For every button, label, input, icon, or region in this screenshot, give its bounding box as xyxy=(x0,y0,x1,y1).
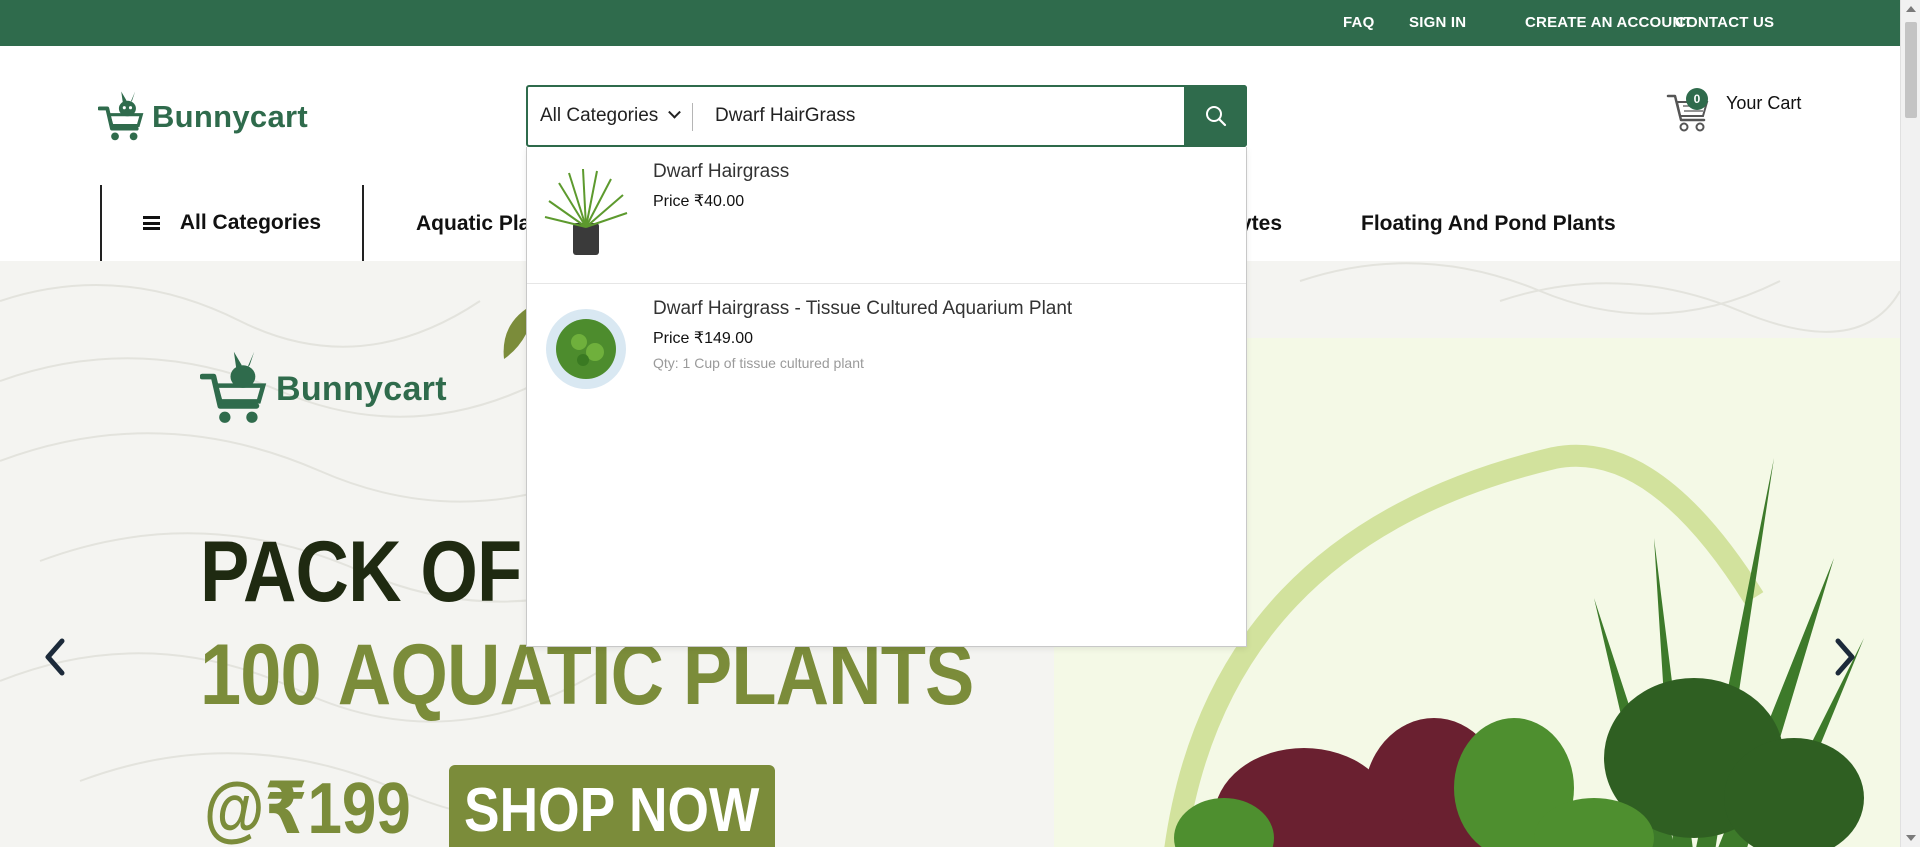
nav-item-aquatic-plants[interactable]: Aquatic Pla xyxy=(416,212,530,236)
divider xyxy=(692,103,693,131)
hero-headline: PACK OF xyxy=(200,524,522,620)
nav-item-floating-pond-plants[interactable]: Floating And Pond Plants xyxy=(1361,212,1616,236)
cart-button[interactable]: 0 Your Cart xyxy=(1666,86,1806,136)
scroll-down-arrow[interactable] xyxy=(1906,835,1916,841)
scroll-up-arrow[interactable] xyxy=(1906,6,1916,12)
result-price: Price ₹149.00 xyxy=(653,330,754,347)
chevron-down-icon xyxy=(668,105,682,119)
search-input[interactable] xyxy=(693,87,1184,145)
sign-in-link[interactable]: SIGN IN xyxy=(1409,14,1466,31)
result-price: Price ₹40.00 xyxy=(653,193,745,210)
bunny-cart-icon xyxy=(200,351,267,423)
shop-now-label: SHOP NOW xyxy=(464,775,760,845)
carousel-next-arrow[interactable] xyxy=(1830,637,1860,677)
cart-label: Your Cart xyxy=(1726,93,1802,113)
scrollbar-thumb[interactable] xyxy=(1905,22,1917,118)
faq-link[interactable]: FAQ xyxy=(1343,14,1374,31)
top-bar: FAQ SIGN IN CREATE AN ACCOUNT CONTACT US xyxy=(0,0,1900,46)
hero-logo: Bunnycart xyxy=(200,351,447,427)
product-thumbnail xyxy=(546,309,626,389)
search-button[interactable] xyxy=(1184,85,1247,147)
category-select[interactable]: All Categories xyxy=(528,87,693,145)
search-result-item[interactable]: Dwarf Hairgrass - Tissue Cultured Aquari… xyxy=(527,284,1246,424)
logo-text: Bunnycart xyxy=(151,99,308,134)
result-name: Dwarf Hairgrass xyxy=(653,161,790,182)
contact-us-link[interactable]: CONTACT US xyxy=(1675,14,1774,31)
all-categories-menu[interactable]: All Categories xyxy=(100,185,364,261)
hero-logo-text: Bunnycart xyxy=(276,369,447,408)
shop-now-button[interactable]: SHOP NOW xyxy=(449,765,775,847)
page-scrollbar[interactable] xyxy=(1900,0,1920,847)
bunny-cart-icon xyxy=(98,91,144,141)
cart-count-badge: 0 xyxy=(1686,88,1708,110)
hero-price: @₹199 xyxy=(204,769,411,847)
hamburger-icon xyxy=(142,216,160,230)
carousel-prev-arrow[interactable] xyxy=(40,637,70,677)
search-suggestions-dropdown: Dwarf Hairgrass Price ₹40.00 Dwarf Hairg… xyxy=(526,147,1247,647)
result-name: Dwarf Hairgrass - Tissue Cultured Aquari… xyxy=(653,298,1073,319)
category-select-label: All Categories xyxy=(540,105,659,126)
search-bar: All Categories xyxy=(526,85,1247,147)
create-account-link[interactable]: CREATE AN ACCOUNT xyxy=(1525,14,1693,31)
product-thumbnail xyxy=(544,168,628,255)
search-result-item[interactable]: Dwarf Hairgrass Price ₹40.00 xyxy=(527,147,1246,284)
result-qty: Qty: 1 Cup of tissue cultured plant xyxy=(653,355,864,371)
site-logo[interactable]: Bunnycart xyxy=(98,82,308,152)
search-icon xyxy=(1205,106,1226,127)
all-categories-label: All Categories xyxy=(179,211,322,234)
